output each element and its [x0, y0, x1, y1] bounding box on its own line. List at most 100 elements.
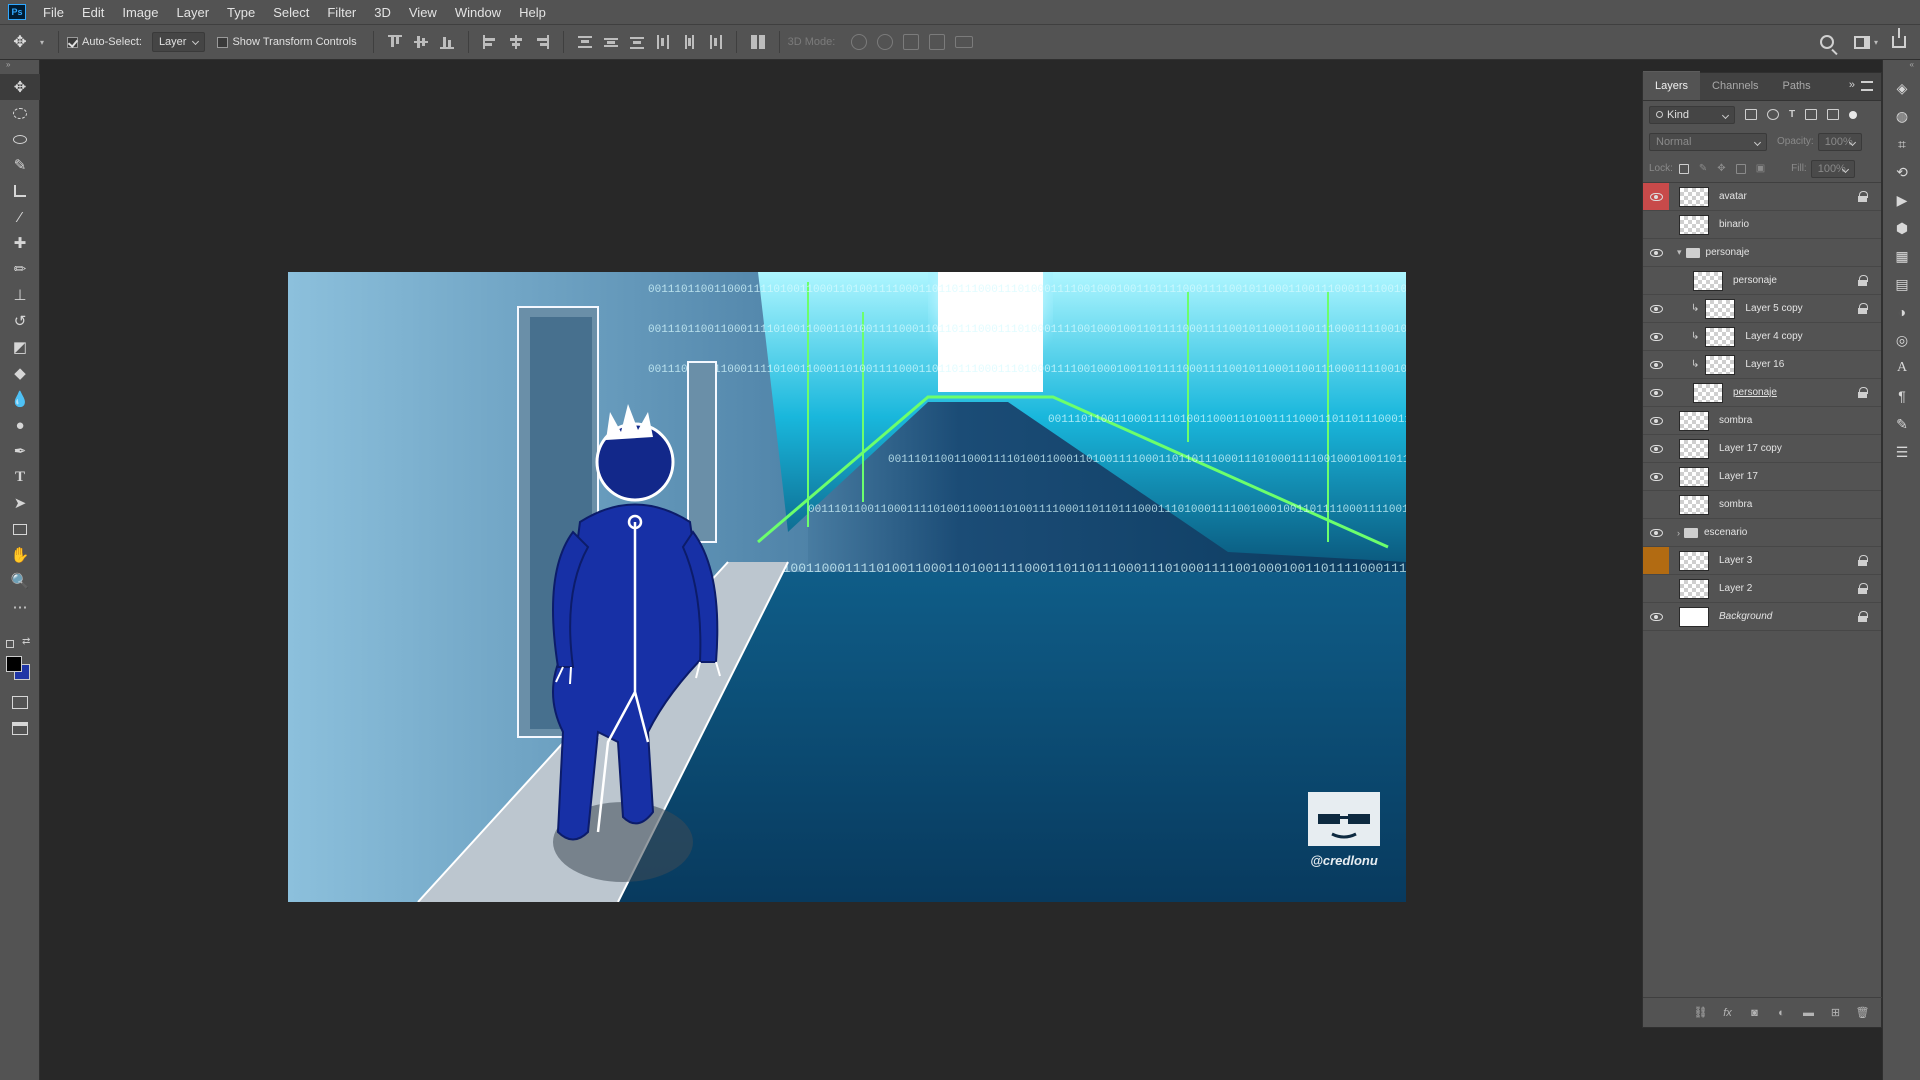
align-right-icon[interactable]	[535, 35, 549, 49]
paths-panel-icon[interactable]: ⌗	[1883, 130, 1920, 158]
layer-visibility-toggle[interactable]	[1643, 603, 1669, 630]
properties-panel-icon[interactable]: ☰	[1883, 438, 1920, 466]
workspace-icon[interactable]	[1853, 35, 1870, 49]
tab-channels[interactable]: Channels	[1700, 80, 1770, 100]
layer-visibility-toggle[interactable]	[1643, 267, 1669, 294]
move-tool-icon[interactable]: ✥	[0, 74, 40, 100]
3d-panel-icon[interactable]: ⬢	[1883, 214, 1920, 242]
layer-thumbnail[interactable]	[1679, 214, 1709, 235]
filter-pixel-icon[interactable]	[1745, 109, 1757, 120]
layer-name[interactable]: personaje	[1706, 247, 1750, 258]
styles-panel-icon[interactable]: ◎	[1883, 326, 1920, 354]
distribute-right-icon[interactable]	[708, 35, 722, 49]
distribute-horizontal-center-icon[interactable]	[682, 35, 696, 49]
more-tools-icon[interactable]: ⋯	[0, 594, 40, 620]
blur-tool-icon[interactable]: 💧	[0, 386, 40, 412]
layer-name[interactable]: binario	[1719, 219, 1749, 230]
layer-visibility-toggle[interactable]	[1643, 379, 1669, 406]
show-transform-checkbox[interactable]	[217, 36, 229, 48]
eraser-tool-icon[interactable]: ◩	[0, 334, 40, 360]
pen-tool-icon[interactable]: ✒	[0, 438, 40, 464]
dodge-tool-icon[interactable]: ●	[0, 412, 40, 438]
hand-tool-icon[interactable]: ✋	[0, 542, 40, 568]
layer-row[interactable]: ↳ Layer 16	[1643, 351, 1881, 379]
align-bottom-icon[interactable]	[439, 35, 454, 49]
layer-name[interactable]: Layer 2	[1719, 583, 1752, 594]
layer-row[interactable]: personaje	[1643, 267, 1881, 295]
type-tool-icon[interactable]: T	[0, 464, 40, 490]
layer-row[interactable]: personaje	[1643, 379, 1881, 407]
layer-thumbnail[interactable]	[1679, 410, 1709, 431]
menu-file[interactable]: File	[34, 5, 73, 20]
chevron-right-icon[interactable]: ›	[1677, 528, 1680, 538]
layer-row[interactable]: binario	[1643, 211, 1881, 239]
eyedropper-tool-icon[interactable]: ⁄	[0, 204, 40, 230]
lock-position-icon[interactable]: ✥	[1717, 163, 1725, 174]
3d-roll-icon[interactable]	[877, 34, 894, 50]
align-vertical-center-icon[interactable]	[413, 35, 428, 49]
layer-name[interactable]: avatar	[1719, 191, 1747, 202]
paragraph-panel-icon[interactable]: ¶	[1883, 382, 1920, 410]
layer-visibility-toggle[interactable]	[1643, 211, 1669, 238]
tab-paths[interactable]: Paths	[1771, 80, 1823, 100]
paint-bucket-tool-icon[interactable]: ◆	[0, 360, 40, 386]
layer-name[interactable]: Layer 17	[1719, 471, 1758, 482]
quick-selection-tool-icon[interactable]: ✎	[0, 152, 40, 178]
layer-visibility-toggle[interactable]	[1643, 351, 1669, 378]
layer-thumbnail[interactable]	[1679, 438, 1709, 459]
menu-filter[interactable]: Filter	[318, 5, 365, 20]
layer-visibility-toggle[interactable]	[1643, 491, 1669, 518]
layer-name[interactable]: Layer 4 copy	[1745, 331, 1802, 342]
photoshop-logo[interactable]: Ps	[8, 4, 26, 20]
zoom-tool-icon[interactable]: 🔍	[0, 568, 40, 594]
foreground-color-swatch[interactable]	[6, 656, 22, 672]
layer-thumbnail[interactable]	[1679, 606, 1709, 627]
actions-panel-icon[interactable]: ▶	[1883, 186, 1920, 214]
layer-thumbnail[interactable]	[1679, 494, 1709, 515]
color-panel-icon[interactable]: ◍	[1883, 102, 1920, 130]
auto-align-layers-icon[interactable]	[750, 35, 765, 49]
filter-toggle-icon[interactable]	[1849, 110, 1858, 119]
layer-row[interactable]: sombra	[1643, 491, 1881, 519]
lock-artboard-icon[interactable]	[1735, 163, 1746, 174]
layer-visibility-toggle[interactable]	[1643, 183, 1669, 210]
brush-settings-icon[interactable]: ✎	[1883, 410, 1920, 438]
filter-adjustment-icon[interactable]	[1767, 109, 1779, 120]
strip-collapse-icon[interactable]: «	[1883, 60, 1920, 74]
layer-visibility-toggle[interactable]	[1643, 463, 1669, 490]
history-brush-tool-icon[interactable]: ↺	[0, 308, 40, 334]
menu-layer[interactable]: Layer	[168, 5, 219, 20]
filter-kind-dropdown[interactable]: Kind	[1649, 105, 1735, 124]
screen-mode-icon[interactable]	[12, 722, 28, 735]
layer-row[interactable]: ▾ personaje	[1643, 239, 1881, 267]
tab-layers[interactable]: Layers	[1643, 71, 1701, 100]
lock-transparent-icon[interactable]	[1678, 163, 1689, 174]
layer-name[interactable]: sombra	[1719, 415, 1752, 426]
add-mask-icon[interactable]: ◙	[1748, 1006, 1761, 1019]
new-group-icon[interactable]: ▬	[1802, 1006, 1815, 1019]
align-left-icon[interactable]	[482, 35, 497, 49]
layers-panel-icon[interactable]: ◈	[1883, 74, 1920, 102]
menu-3d[interactable]: 3D	[365, 5, 400, 20]
adjustment-layer-icon[interactable]: ◐	[1775, 1006, 1788, 1019]
layer-row[interactable]: Layer 17	[1643, 463, 1881, 491]
menu-view[interactable]: View	[400, 5, 446, 20]
brush-tool-icon[interactable]: ✏	[0, 256, 40, 282]
distribute-top-icon[interactable]	[577, 35, 592, 49]
auto-select-dropdown[interactable]: Layer	[151, 32, 206, 52]
character-panel-icon[interactable]: A	[1883, 354, 1920, 382]
align-top-icon[interactable]	[387, 35, 402, 49]
3d-scale-icon[interactable]	[955, 36, 974, 48]
crop-tool-icon[interactable]	[0, 178, 40, 204]
distribute-vertical-center-icon[interactable]	[603, 35, 618, 49]
distribute-bottom-icon[interactable]	[629, 35, 644, 49]
3d-slide-icon[interactable]	[929, 34, 946, 50]
healing-brush-tool-icon[interactable]: ✚	[0, 230, 40, 256]
tool-preset-chevron-icon[interactable]: ▾	[40, 38, 44, 47]
menu-type[interactable]: Type	[218, 5, 264, 20]
layer-visibility-toggle[interactable]	[1643, 295, 1669, 322]
layer-name[interactable]: sombra	[1719, 499, 1752, 510]
layer-row[interactable]: avatar	[1643, 183, 1881, 211]
layer-thumbnail[interactable]	[1693, 270, 1723, 291]
layer-row[interactable]: Background	[1643, 603, 1881, 631]
